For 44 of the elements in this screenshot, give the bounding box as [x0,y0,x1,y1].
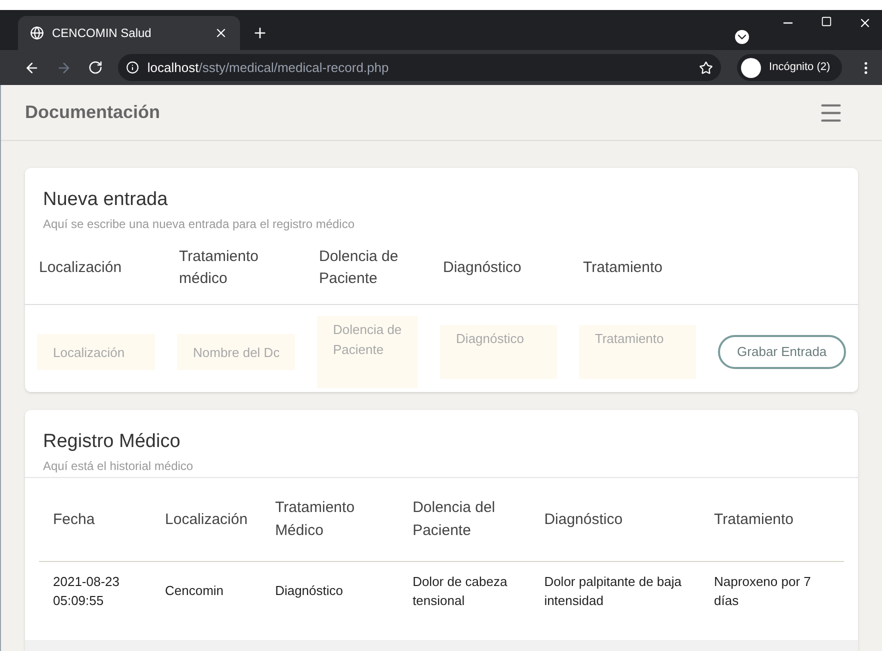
column-header: Tratamiento [714,510,795,530]
dropdown-icon[interactable] [735,30,749,44]
table-cell-text: Dolor de cabeza tensional [412,572,508,610]
input-field[interactable]: Nombre del Dc [177,334,295,370]
address-bar[interactable]: localhost/ssty/medical/medical-record.php [118,54,722,81]
browser-tab[interactable]: CENCOMIN Salud [18,16,240,50]
table-cell-text: Cencomin [165,582,225,600]
reload-icon[interactable] [88,60,102,75]
column-header: Tratamiento médico [179,247,260,289]
card-title: Nueva entrada [43,188,169,212]
globe-icon [30,26,44,40]
text-area[interactable]: Tratamiento [578,325,696,379]
column-header: Dolencia de Paciente [319,247,400,289]
text-area[interactable]: Diagnóstico [440,325,557,379]
page-title: Documentación [25,101,160,124]
card-subtitle: Aquí está el historial médico [43,458,194,474]
column-header: Dolencia del Paciente [412,498,496,541]
column-header: Tratamiento Médico [275,498,356,541]
table-cell-text: Diagnóstico [275,582,344,600]
card-subtitle: Aquí se escribe una nueva entrada para el registro médico [43,216,356,232]
text-area[interactable]: Dolencia de Paciente [317,316,418,388]
column-header: Fecha [53,510,96,530]
column-header: Diagnóstico [443,258,522,278]
column-header: Tratamiento [583,258,664,278]
tab-title: CENCOMIN Salud [52,25,152,42]
close-window-icon[interactable] [858,16,872,30]
back-icon[interactable] [24,60,40,76]
bookmark-star-icon[interactable] [699,60,714,74]
close-icon[interactable] [214,26,228,40]
profile-button[interactable]: Incógnito (2) [737,54,842,81]
info-icon [126,61,140,74]
new-tab-icon[interactable] [252,25,268,41]
forward-icon[interactable] [56,60,72,76]
table-cell-text: Dolor palpitante de baja intensidad [544,572,683,610]
url-text: localhost/ssty/medical/medical-record.php [147,58,390,77]
column-header: Localización [165,510,249,530]
column-header: Diagnóstico [544,510,624,530]
table-cell-text: Naproxeno por 7 días [714,572,812,610]
column-header: Localización [39,258,123,278]
input-field[interactable]: Localización [37,334,155,370]
save-entry-button[interactable]: Grabar Entrada [718,335,846,369]
card-title: Registro Médico [43,430,182,454]
table-cell-text: 2021-08-23 05:09:55 [53,572,120,610]
maximize-icon[interactable] [821,16,832,27]
